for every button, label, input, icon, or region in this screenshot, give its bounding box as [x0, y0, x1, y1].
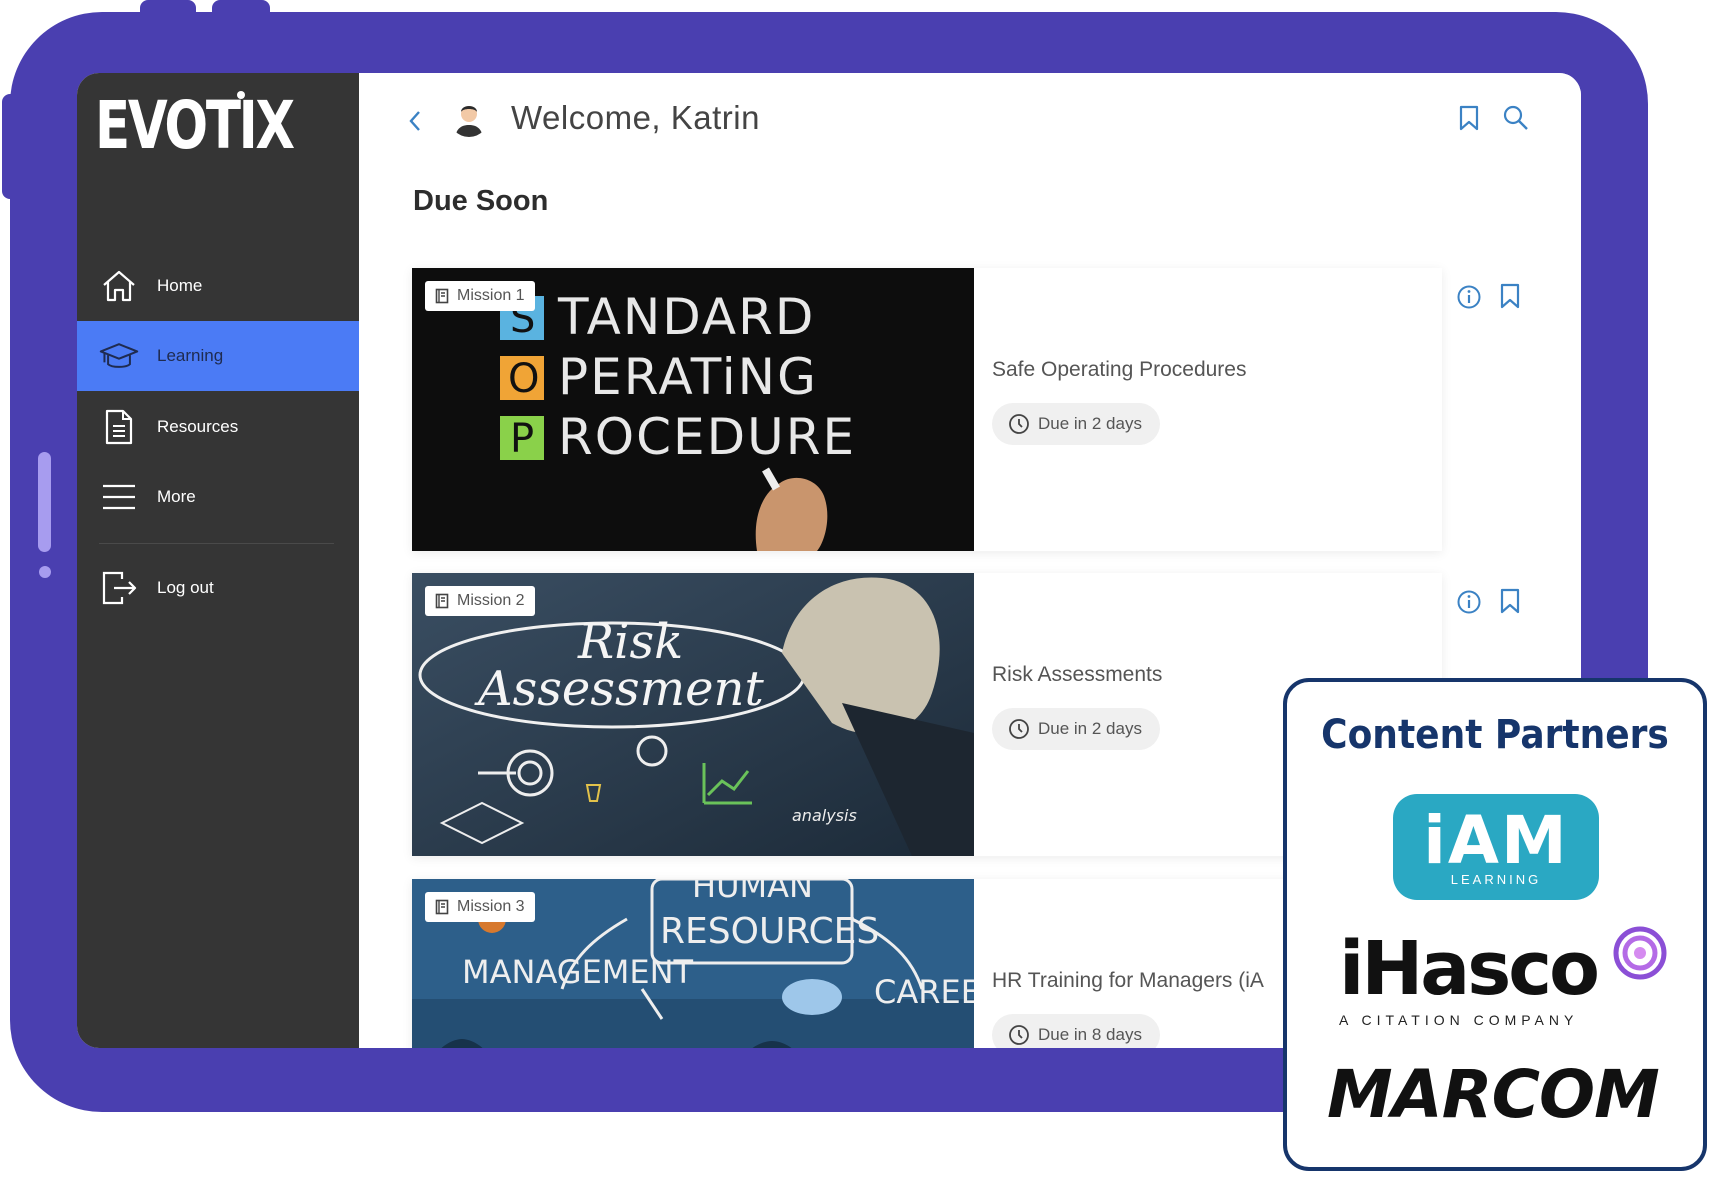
sidebar-item-label: Log out: [157, 578, 214, 597]
bookmark-icon[interactable]: [1499, 283, 1521, 314]
tablet-camera-dot: [39, 566, 51, 578]
thumb-text-line: analysis: [792, 806, 857, 825]
sidebar: EVOTIX Home Learning Resources More Log …: [77, 73, 359, 1048]
menu-icon: [99, 477, 139, 517]
book-icon: [435, 899, 449, 915]
iam-logo-text: iAM: [1423, 802, 1569, 879]
mission-title[interactable]: Safe Operating Procedures: [992, 358, 1246, 382]
mission-thumbnail: Risk Assessment analysis Mission 2: [412, 573, 974, 856]
sidebar-item-label: More: [157, 487, 196, 506]
thumb-letter-p: P: [510, 416, 534, 462]
content-partners-panel: Content Partners iAM LEARNING iHasco A C…: [1283, 678, 1707, 1171]
iam-logo-subtext: LEARNING: [1450, 872, 1542, 887]
due-pill: Due in 2 days: [992, 708, 1160, 750]
ihasco-logo: iHasco: [1339, 926, 1600, 1012]
tablet-top-button: [140, 0, 196, 16]
thumb-text-line: PERATiNG: [558, 348, 818, 406]
mission-badge-label: Mission 3: [457, 898, 525, 915]
graduation-cap-icon: [99, 336, 139, 376]
due-label: Due in 2 days: [1038, 719, 1142, 738]
due-pill: Due in 2 days: [992, 403, 1160, 445]
due-pill: Due in 8 days: [992, 1014, 1160, 1048]
book-icon: [435, 288, 449, 304]
sidebar-item-label: Learning: [157, 346, 224, 365]
bookmark-icon[interactable]: [1458, 105, 1480, 136]
thumb-text-line: CAREEF: [874, 973, 974, 1011]
top-bar: Welcome, Katrin: [359, 73, 1581, 168]
sidebar-item-home[interactable]: Home: [77, 251, 359, 321]
sidebar-item-resources[interactable]: Resources: [77, 392, 359, 462]
book-icon: [435, 593, 449, 609]
mission-title[interactable]: Risk Assessments: [992, 663, 1162, 687]
mission-badge-label: Mission 2: [457, 592, 525, 609]
sidebar-item-more[interactable]: More: [77, 462, 359, 532]
avatar[interactable]: [449, 97, 489, 137]
info-icon[interactable]: [1456, 284, 1482, 315]
clock-icon: [1009, 719, 1029, 739]
mission-card[interactable]: S O P TANDARD PERATiNG ROCEDURE Mission …: [412, 268, 1520, 551]
home-icon: [99, 266, 139, 306]
thumb-text-line: RESOURCES: [660, 911, 879, 952]
sidebar-item-label: Resources: [157, 417, 239, 436]
sidebar-item-logout[interactable]: Log out: [77, 553, 359, 623]
sidebar-item-label: Home: [157, 276, 203, 295]
mission-thumbnail: HUMAN RESOURCES MANAGEMENT CAREEF Missio…: [412, 879, 974, 1048]
thumb-letter-o: O: [508, 356, 539, 402]
section-title: Due Soon: [413, 185, 549, 217]
thumb-text-line: ROCEDURE: [558, 408, 856, 466]
welcome-heading: Welcome, Katrin: [511, 99, 760, 136]
due-label: Due in 8 days: [1038, 1025, 1142, 1044]
search-icon[interactable]: [1502, 104, 1530, 137]
clock-icon: [1009, 1025, 1029, 1045]
evotix-logo: EVOTIX: [95, 87, 295, 164]
info-icon[interactable]: [1456, 589, 1482, 620]
sidebar-divider: [99, 543, 334, 544]
tablet-side-button: [2, 94, 20, 199]
thumb-text-line: TANDARD: [557, 288, 815, 346]
tablet-top-button: [212, 0, 270, 16]
mission-title[interactable]: HR Training for Managers (iA: [992, 969, 1264, 993]
logo-dot: [237, 91, 245, 99]
tablet-home-slot: [38, 452, 51, 552]
ihasco-swirl-icon: [1613, 926, 1667, 985]
ihasco-subtext: A CITATION COMPANY: [1339, 1012, 1579, 1028]
thumb-text-line: Assessment: [474, 661, 764, 717]
mission-badge: Mission 2: [425, 586, 535, 616]
partners-title: Content Partners: [1321, 712, 1669, 758]
mission-thumbnail: S O P TANDARD PERATiNG ROCEDURE Mission …: [412, 268, 974, 551]
bookmark-icon[interactable]: [1499, 588, 1521, 619]
mission-badge-label: Mission 1: [457, 287, 525, 304]
mission-badge: Mission 3: [425, 892, 535, 922]
sidebar-item-learning[interactable]: Learning: [77, 321, 359, 391]
back-chevron-icon[interactable]: [407, 109, 423, 138]
clock-icon: [1009, 414, 1029, 434]
thumb-text-line: HUMAN: [692, 879, 813, 905]
marcom-logo: MARCOM: [1327, 1056, 1660, 1133]
due-label: Due in 2 days: [1038, 414, 1142, 433]
document-icon: [99, 407, 139, 447]
logout-icon: [99, 568, 139, 608]
mission-badge: Mission 1: [425, 281, 535, 311]
iam-learning-logo: iAM LEARNING: [1393, 794, 1599, 900]
